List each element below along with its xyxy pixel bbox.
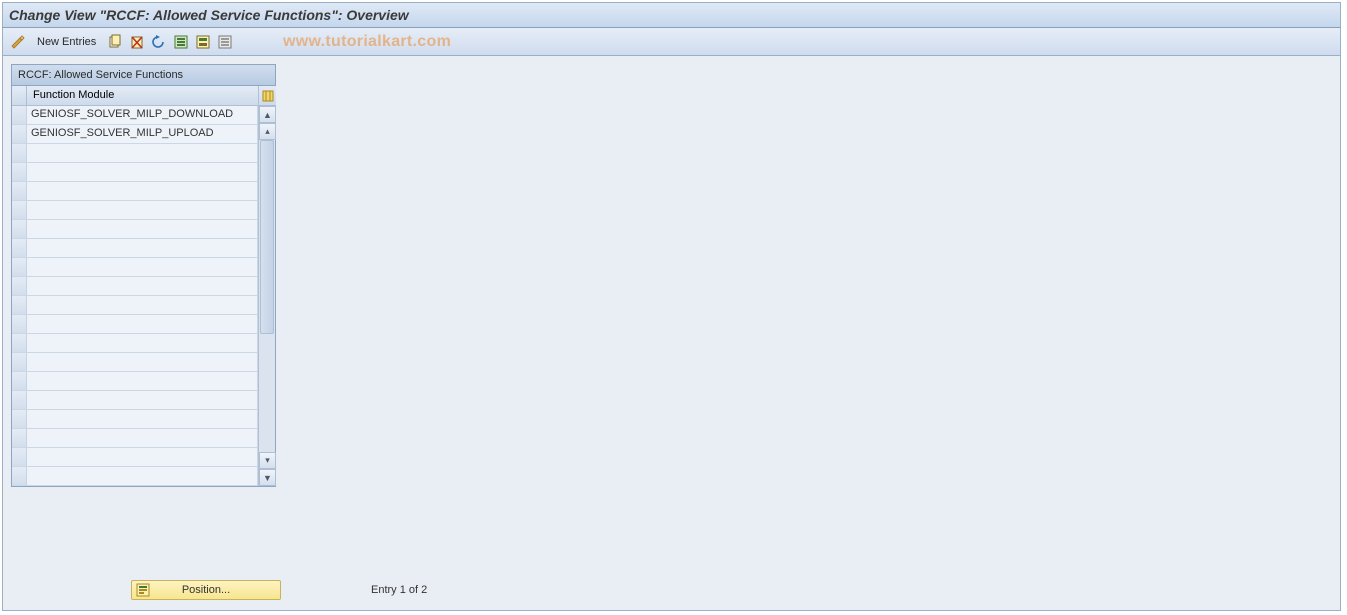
row-selector[interactable] [12, 163, 27, 181]
table-settings-icon[interactable] [259, 86, 276, 106]
function-module-cell[interactable] [27, 163, 258, 181]
row-selector[interactable] [12, 258, 27, 276]
application-toolbar: New Entries www.tutorialkart.com [2, 28, 1341, 56]
function-module-cell[interactable] [27, 334, 258, 352]
scroll-down-icon[interactable]: ▾ [259, 452, 276, 469]
undo-icon[interactable] [150, 33, 168, 51]
position-icon [136, 583, 150, 597]
function-module-cell[interactable] [27, 410, 258, 428]
column-header-row: Function Module [12, 86, 258, 106]
deselect-all-icon[interactable] [216, 33, 234, 51]
table-row [12, 334, 258, 353]
table-panel: RCCF: Allowed Service Functions Function… [11, 64, 276, 487]
table-row [12, 296, 258, 315]
table-right-column: ▲ ▴ ▾ ▼ [258, 86, 275, 486]
column-header-function-module[interactable]: Function Module [27, 86, 258, 105]
function-module-cell[interactable] [27, 144, 258, 162]
table-row [12, 315, 258, 334]
table-row [12, 201, 258, 220]
scrollbar-thumb[interactable] [260, 140, 274, 334]
table-row [12, 182, 258, 201]
select-all-rows[interactable] [12, 86, 27, 105]
function-module-cell[interactable] [27, 448, 258, 466]
scroll-up-icon[interactable]: ▴ [259, 123, 276, 140]
row-selector[interactable] [12, 220, 27, 238]
function-module-cell[interactable] [27, 277, 258, 295]
table-row [12, 239, 258, 258]
row-selector[interactable] [12, 429, 27, 447]
row-selector[interactable] [12, 201, 27, 219]
change-display-icon[interactable] [9, 33, 27, 51]
function-module-cell[interactable] [27, 391, 258, 409]
delete-icon[interactable] [128, 33, 146, 51]
row-selector[interactable] [12, 296, 27, 314]
row-selector[interactable] [12, 277, 27, 295]
table-row [12, 277, 258, 296]
scroll-up-top-icon[interactable]: ▲ [259, 106, 276, 123]
row-selector[interactable] [12, 448, 27, 466]
table-row [12, 410, 258, 429]
row-selector[interactable] [12, 391, 27, 409]
row-selector[interactable] [12, 239, 27, 257]
table-panel-title: RCCF: Allowed Service Functions [12, 65, 275, 86]
vertical-scrollbar[interactable] [259, 140, 275, 452]
position-button[interactable]: Position... [131, 580, 281, 600]
position-button-label: Position... [182, 584, 230, 596]
function-module-cell[interactable] [27, 372, 258, 390]
select-all-icon[interactable] [172, 33, 190, 51]
table-row [12, 448, 258, 467]
row-selector[interactable] [12, 182, 27, 200]
table-row [12, 353, 258, 372]
footer-row: Position... Entry 1 of 2 [11, 578, 1332, 602]
watermark-text: www.tutorialkart.com [283, 33, 451, 51]
table-grid: Function Module GENIOSF_SOLVER_MILP_DOWN… [12, 86, 275, 486]
table-row: GENIOSF_SOLVER_MILP_DOWNLOAD [12, 106, 258, 125]
row-selector[interactable] [12, 106, 27, 124]
row-selector[interactable] [12, 410, 27, 428]
row-selector[interactable] [12, 315, 27, 333]
copy-icon[interactable] [106, 33, 124, 51]
function-module-cell[interactable] [27, 220, 258, 238]
table-row [12, 429, 258, 448]
table-row [12, 372, 258, 391]
function-module-cell[interactable] [27, 296, 258, 314]
function-module-cell[interactable] [27, 429, 258, 447]
function-module-cell[interactable] [27, 182, 258, 200]
select-block-icon[interactable] [194, 33, 212, 51]
scroll-down-bottom-icon[interactable]: ▼ [259, 469, 276, 486]
function-module-cell[interactable] [27, 353, 258, 371]
row-selector[interactable] [12, 353, 27, 371]
table-row [12, 258, 258, 277]
function-module-cell[interactable] [27, 239, 258, 257]
function-module-cell[interactable]: GENIOSF_SOLVER_MILP_UPLOAD [27, 125, 258, 143]
row-selector[interactable] [12, 334, 27, 352]
row-selector[interactable] [12, 467, 27, 485]
function-module-cell[interactable] [27, 315, 258, 333]
table-row [12, 467, 258, 486]
content-area: RCCF: Allowed Service Functions Function… [2, 56, 1341, 611]
page-title: Change View "RCCF: Allowed Service Funct… [9, 7, 409, 23]
function-module-cell[interactable] [27, 201, 258, 219]
page-title-bar: Change View "RCCF: Allowed Service Funct… [2, 2, 1341, 28]
function-module-cell[interactable] [27, 258, 258, 276]
table-row [12, 144, 258, 163]
row-selector[interactable] [12, 125, 27, 143]
function-module-cell[interactable]: GENIOSF_SOLVER_MILP_DOWNLOAD [27, 106, 258, 124]
table-row [12, 163, 258, 182]
table-row: GENIOSF_SOLVER_MILP_UPLOAD [12, 125, 258, 144]
row-selector[interactable] [12, 144, 27, 162]
new-entries-button[interactable]: New Entries [31, 34, 102, 50]
row-selector[interactable] [12, 372, 27, 390]
entry-count-text: Entry 1 of 2 [371, 584, 427, 596]
function-module-cell[interactable] [27, 467, 258, 485]
table-row [12, 391, 258, 410]
table-row [12, 220, 258, 239]
